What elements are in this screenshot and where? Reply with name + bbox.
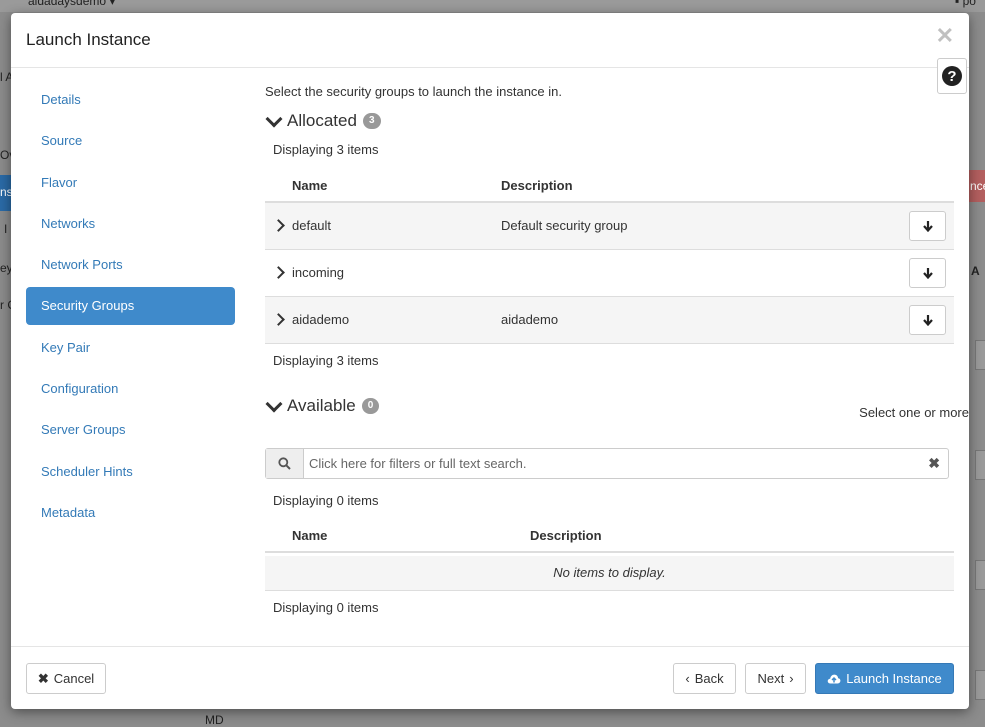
nav-item-server-groups[interactable]: Server Groups	[26, 411, 235, 449]
background-input	[975, 670, 985, 700]
search-input[interactable]	[304, 449, 924, 478]
launch-instance-modal: Launch Instance ✕ ? Details Source Flavo…	[11, 13, 969, 709]
deallocate-button[interactable]	[909, 211, 946, 241]
intro-text: Select the security groups to launch the…	[265, 84, 563, 99]
nav-item-details[interactable]: Details	[26, 81, 235, 119]
allocated-section-toggle[interactable]: Allocated 3	[265, 110, 381, 131]
arrow-down-icon	[922, 315, 933, 326]
row-name: incoming	[292, 265, 345, 280]
chevron-left-icon: ‹	[685, 671, 690, 686]
chevron-right-icon[interactable]	[272, 219, 285, 232]
row-description: Default security group	[501, 218, 628, 233]
empty-table-message: No items to display.	[265, 556, 954, 591]
nav-item-flavor[interactable]: Flavor	[26, 164, 235, 202]
chevron-right-icon: ›	[789, 671, 794, 686]
column-description[interactable]: Description	[530, 528, 602, 543]
chevron-down-icon	[265, 110, 283, 127]
modal-header: Launch Instance ✕	[11, 13, 969, 68]
arrow-down-icon	[922, 221, 933, 232]
background-input	[975, 560, 985, 590]
nav-item-key-pair[interactable]: Key Pair	[26, 329, 235, 367]
table-row: aidademo aidademo	[265, 297, 954, 344]
background-fragment: MD	[205, 713, 224, 727]
table-row: default Default security group	[265, 203, 954, 250]
close-icon[interactable]: ✕	[936, 23, 954, 49]
table-row: incoming	[265, 250, 954, 297]
background-input	[975, 340, 985, 370]
row-description: aidademo	[501, 312, 559, 327]
clear-search-icon[interactable]: ✖	[928, 455, 940, 472]
available-displaying-top: Displaying 0 items	[273, 493, 379, 508]
next-label: Next	[757, 671, 785, 686]
nav-item-configuration[interactable]: Configuration	[26, 370, 235, 408]
allocated-displaying-bottom: Displaying 3 items	[273, 353, 379, 368]
chevron-right-icon[interactable]	[272, 266, 285, 279]
modal-title: Launch Instance	[26, 30, 151, 49]
arrow-down-icon	[922, 268, 933, 279]
back-button[interactable]: ‹ Back	[673, 663, 736, 694]
cancel-label: Cancel	[53, 671, 95, 686]
deallocate-button[interactable]	[909, 258, 946, 288]
background-fragment: nce	[970, 179, 985, 193]
row-name: aidademo	[292, 312, 350, 327]
nav-item-security-groups[interactable]: Security Groups	[26, 287, 235, 326]
question-circle-icon: ?	[942, 66, 962, 86]
deallocate-button[interactable]	[909, 305, 946, 335]
nav-item-source[interactable]: Source	[26, 122, 235, 160]
cloud-upload-icon	[828, 674, 841, 683]
available-table-header: Name Description	[265, 521, 954, 553]
allocated-table-header: Name Description	[265, 171, 954, 203]
nav-item-networks[interactable]: Networks	[26, 205, 235, 243]
background-project-switcher: aidadaysdemo ▾	[28, 0, 116, 8]
available-title: Available	[287, 396, 356, 415]
background-user-menu: ▪ po	[955, 0, 976, 8]
chevron-down-icon	[265, 395, 283, 412]
help-button[interactable]: ?	[937, 58, 967, 94]
background-fragment: I	[4, 222, 8, 236]
row-name: default	[292, 218, 332, 233]
chevron-right-icon[interactable]	[272, 313, 285, 326]
available-section-toggle[interactable]: Available 0	[265, 395, 380, 416]
wizard-nav: Details Source Flavor Networks Network P…	[26, 81, 235, 535]
back-label: Back	[694, 671, 724, 686]
nav-item-network-ports[interactable]: Network Ports	[26, 246, 235, 284]
close-icon: ✖	[37, 670, 49, 686]
search-icon	[278, 457, 291, 470]
column-name[interactable]: Name	[292, 528, 327, 543]
background-fragment: A	[971, 264, 980, 278]
launch-instance-button[interactable]: Launch Instance	[815, 663, 954, 694]
launch-label: Launch Instance	[846, 671, 942, 686]
nav-item-metadata[interactable]: Metadata	[26, 494, 235, 532]
column-description[interactable]: Description	[501, 178, 573, 193]
search-icon-addon	[266, 449, 304, 478]
nav-item-scheduler-hints[interactable]: Scheduler Hints	[26, 453, 235, 491]
allocated-count-badge: 3	[362, 113, 381, 129]
next-button[interactable]: Next ›	[745, 663, 806, 694]
select-hint: Select one or more	[859, 405, 969, 420]
background-topbar	[0, 0, 985, 12]
allocated-displaying-top: Displaying 3 items	[273, 142, 379, 157]
background-input	[975, 450, 985, 480]
cancel-button[interactable]: ✖ Cancel	[26, 663, 106, 694]
available-count-badge: 0	[361, 398, 380, 414]
column-name[interactable]: Name	[292, 178, 327, 193]
search-bar: ✖	[265, 448, 949, 479]
modal-footer: ✖ Cancel ‹ Back Next › Launch Instance	[11, 646, 969, 710]
available-displaying-bottom: Displaying 0 items	[273, 600, 379, 615]
allocated-title: Allocated	[287, 111, 357, 130]
